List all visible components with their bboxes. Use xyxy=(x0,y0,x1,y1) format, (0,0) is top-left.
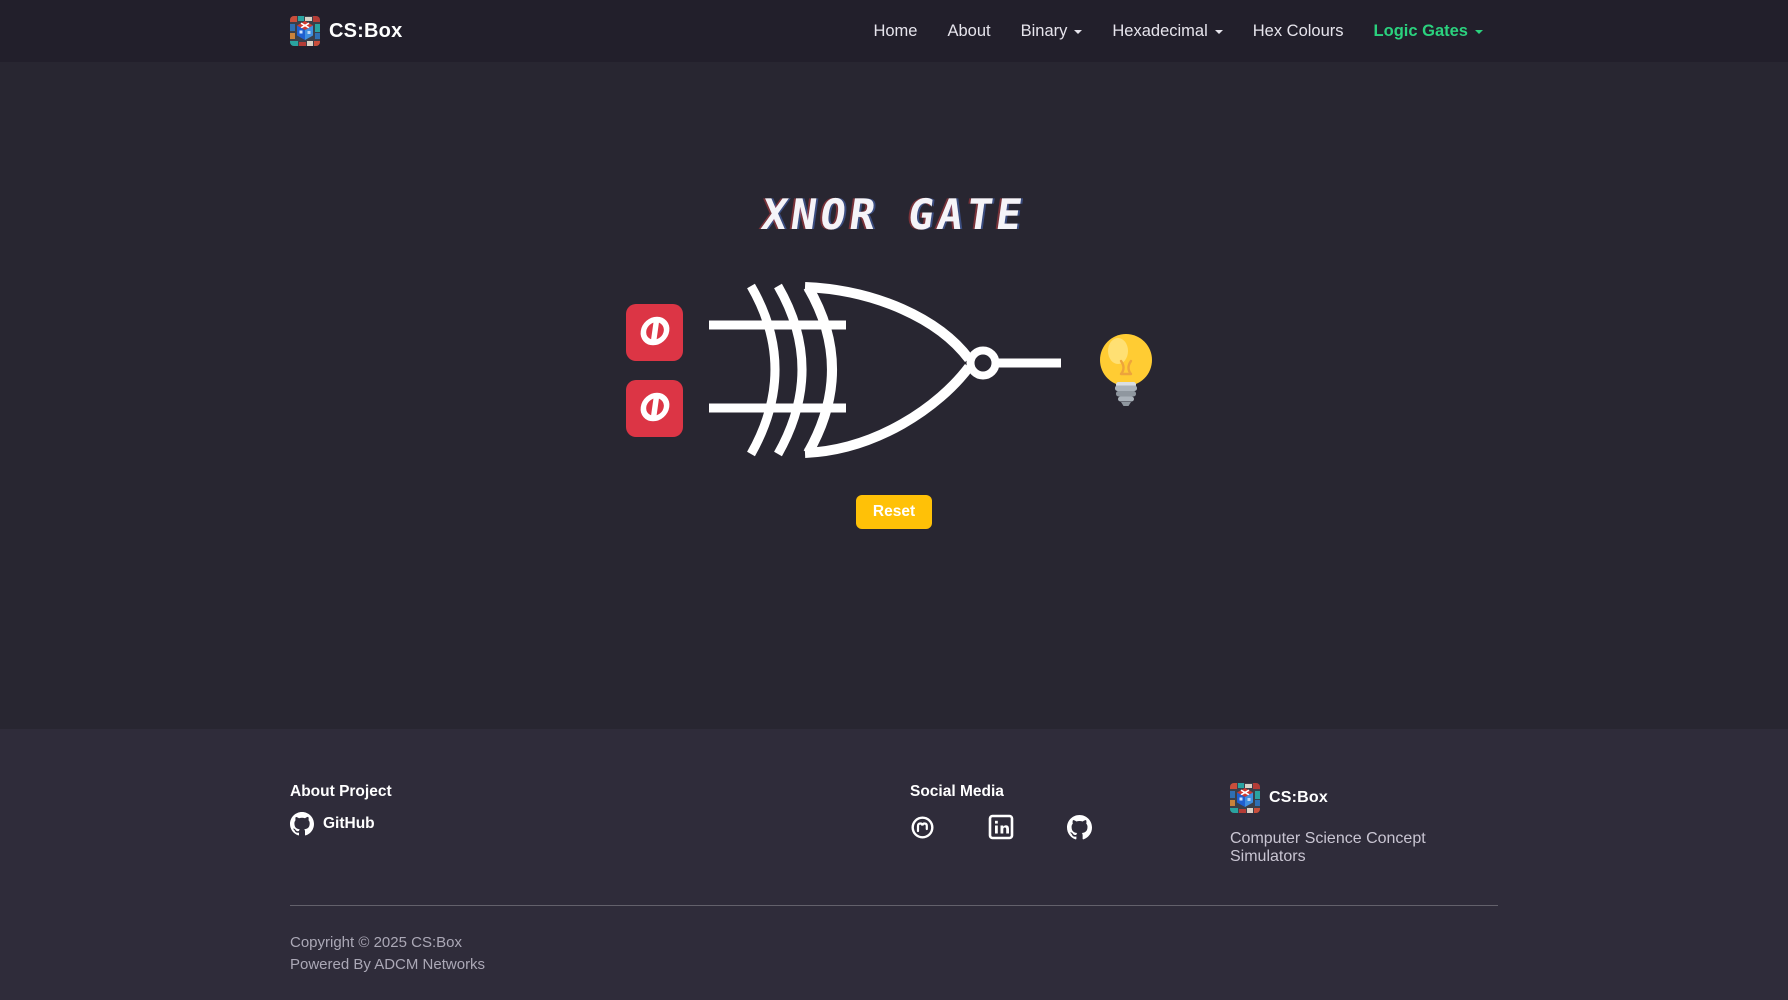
chevron-down-icon xyxy=(1074,30,1082,34)
simulator-page: XNOR GATE xyxy=(0,62,1788,729)
brand-name: CS:Box xyxy=(329,20,402,43)
zero-icon xyxy=(638,314,672,351)
footer-brand-name: CS:Box xyxy=(1269,789,1328,807)
input-a-toggle-button[interactable] xyxy=(626,304,683,361)
zero-icon xyxy=(638,390,672,427)
reset-button[interactable]: Reset xyxy=(856,495,932,529)
about-project-heading: About Project xyxy=(290,783,910,801)
footer-social-column: Social Media xyxy=(910,783,1230,866)
output-light-bulb-icon xyxy=(1090,329,1162,412)
github-icon xyxy=(290,812,314,836)
xnor-gate-icon xyxy=(696,275,1076,465)
nav-item-home[interactable]: Home xyxy=(858,14,932,49)
gate-inputs xyxy=(626,304,683,437)
copyright-line: Copyright © 2025 CS:Box xyxy=(290,932,1498,954)
footer: About Project GitHub Social Media xyxy=(0,729,1788,1000)
input-b-toggle-button[interactable] xyxy=(626,380,683,437)
github-link-label: GitHub xyxy=(323,815,375,833)
brand[interactable]: CS:Box xyxy=(290,16,402,46)
social-media-heading: Social Media xyxy=(910,783,1230,801)
gate-diagram xyxy=(626,275,1162,465)
footer-about-column: About Project GitHub xyxy=(290,783,910,866)
chevron-down-icon xyxy=(1215,30,1223,34)
page-title: XNOR GATE xyxy=(759,190,1029,239)
csbox-logo-icon xyxy=(1230,783,1260,813)
nav-item-logic-gates-dropdown[interactable]: Logic Gates xyxy=(1359,14,1498,49)
nav-item-hex-colours[interactable]: Hex Colours xyxy=(1238,14,1359,49)
footer-divider xyxy=(290,905,1498,906)
top-navbar: CS:Box Home About Binary Hexadecimal Hex… xyxy=(0,0,1788,62)
powered-by-line: Powered By ADCM Networks xyxy=(290,954,1498,976)
copyright: Copyright © 2025 CS:Box Powered By ADCM … xyxy=(290,932,1498,976)
github-icon[interactable] xyxy=(1067,815,1092,840)
brand-tagline: Computer Science Concept Simulators xyxy=(1230,830,1498,866)
nav-item-binary-dropdown[interactable]: Binary xyxy=(1006,14,1098,49)
nav-item-hexadecimal-dropdown[interactable]: Hexadecimal xyxy=(1097,14,1237,49)
nav-item-about[interactable]: About xyxy=(932,14,1005,49)
mastodon-icon[interactable] xyxy=(910,815,935,840)
linkedin-icon[interactable] xyxy=(988,814,1014,840)
footer-brand-column: CS:Box Computer Science Concept Simulato… xyxy=(1230,783,1498,866)
nav-items: Home About Binary Hexadecimal Hex Colour… xyxy=(858,14,1498,49)
chevron-down-icon xyxy=(1475,30,1483,34)
github-link[interactable]: GitHub xyxy=(290,812,910,836)
csbox-logo-icon xyxy=(290,16,320,46)
